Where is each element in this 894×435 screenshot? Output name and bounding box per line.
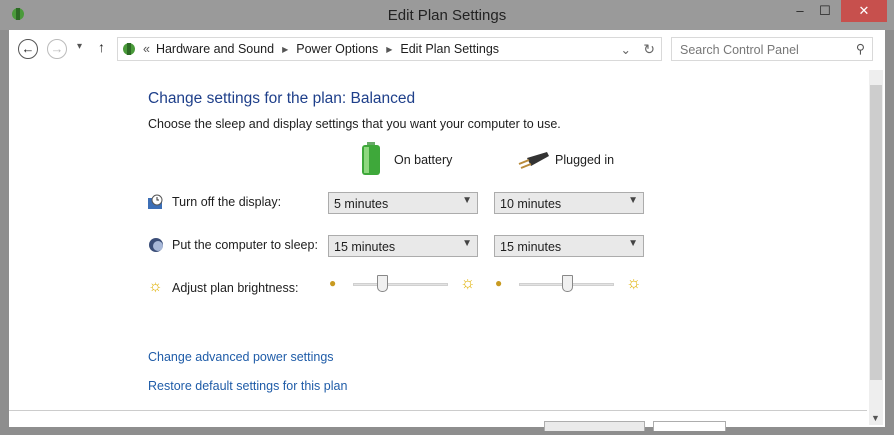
window-title: Edit Plan Settings (387, 7, 507, 24)
save-changes-button[interactable] (544, 421, 645, 431)
divider (9, 410, 867, 411)
address-bar[interactable]: « Hardware and Sound ▶ Power Options ▶ E… (117, 37, 662, 61)
page-title: Change settings for the plan: Balanced (148, 90, 416, 107)
brightness-battery-slider[interactable]: ● ☼ (328, 273, 476, 297)
scroll-down-icon[interactable]: ▼ (871, 413, 880, 423)
sleep-label: Put the computer to sleep: (172, 238, 318, 252)
selected-value: 5 minutes (334, 197, 389, 211)
page-subtitle: Choose the sleep and display settings th… (148, 117, 561, 131)
sleep-battery-select[interactable]: 15 minutes ▼ (328, 235, 478, 257)
breadcrumb-hardware-and-sound[interactable]: Hardware and Sound (156, 42, 274, 56)
power-plug-icon (518, 152, 549, 169)
vertical-scrollbar[interactable]: ▼ (869, 70, 883, 425)
plugged-in-header: Plugged in (555, 153, 615, 167)
refresh-button[interactable]: ↻ (643, 41, 655, 58)
breadcrumb-power-options[interactable]: Power Options (296, 42, 378, 56)
display-clock-icon (148, 194, 163, 209)
selected-value: 15 minutes (500, 240, 562, 254)
brightness-plugged-slider[interactable]: ● ☼ (494, 273, 642, 297)
scrollbar-thumb[interactable] (870, 85, 882, 380)
chevron-down-icon: ▼ (628, 195, 638, 206)
minimize-button[interactable]: – (790, 0, 810, 22)
change-advanced-power-settings-link[interactable]: Change advanced power settings (148, 350, 334, 364)
recent-locations-button[interactable]: ▾ (77, 41, 82, 52)
search-icon[interactable]: ⚲ (856, 41, 865, 56)
search-placeholder: Search Control Panel (680, 43, 799, 57)
title-bar: Edit Plan Settings – ☐ ✕ (0, 0, 894, 30)
search-input[interactable]: Search Control Panel ⚲ (671, 37, 873, 61)
breadcrumb-overflow[interactable]: « (143, 42, 150, 56)
close-button[interactable]: ✕ (841, 0, 887, 22)
breadcrumb-edit-plan-settings[interactable]: Edit Plan Settings (400, 42, 499, 56)
chevron-down-icon: ▼ (628, 238, 638, 249)
on-battery-header: On battery (394, 153, 453, 167)
control-panel-icon (123, 43, 135, 55)
back-button[interactable]: ← (18, 39, 38, 59)
chevron-right-icon[interactable]: ▶ (386, 45, 392, 54)
chevron-down-icon: ▼ (462, 195, 472, 206)
brightness-sun-icon: ☼ (148, 278, 163, 295)
forward-button[interactable]: → (47, 39, 67, 59)
display-plugged-select[interactable]: 10 minutes ▼ (494, 192, 644, 214)
brightness-high-icon: ☼ (626, 273, 642, 292)
brightness-label: Adjust plan brightness: (172, 281, 299, 295)
selected-value: 10 minutes (500, 197, 562, 211)
window-body: ← → ▾ ↑ « Hardware and Sound ▶ Power Opt… (9, 30, 885, 431)
slider-thumb[interactable] (376, 275, 388, 292)
cancel-button[interactable] (653, 421, 726, 431)
sleep-plugged-select[interactable]: 15 minutes ▼ (494, 235, 644, 257)
navigation-bar: ← → ▾ ↑ « Hardware and Sound ▶ Power Opt… (9, 30, 885, 68)
slider-track (353, 283, 448, 286)
address-dropdown-button[interactable]: ⌄ (621, 42, 631, 57)
up-button[interactable]: ↑ (98, 39, 105, 55)
brightness-low-icon: ● (495, 276, 503, 290)
chevron-down-icon: ▼ (462, 238, 472, 249)
brightness-low-icon: ● (329, 276, 337, 290)
restore-default-settings-link[interactable]: Restore default settings for this plan (148, 379, 347, 393)
turn-off-display-label: Turn off the display: (172, 195, 282, 209)
display-battery-select[interactable]: 5 minutes ▼ (328, 192, 478, 214)
battery-icon (362, 142, 380, 175)
content-area: Change settings for the plan: Balanced C… (9, 70, 869, 410)
chevron-right-icon[interactable]: ▶ (282, 45, 288, 54)
maximize-button[interactable]: ☐ (815, 0, 835, 22)
brightness-high-icon: ☼ (460, 273, 476, 292)
slider-thumb[interactable] (561, 275, 573, 292)
sleep-moon-icon (149, 238, 163, 252)
selected-value: 15 minutes (334, 240, 396, 254)
